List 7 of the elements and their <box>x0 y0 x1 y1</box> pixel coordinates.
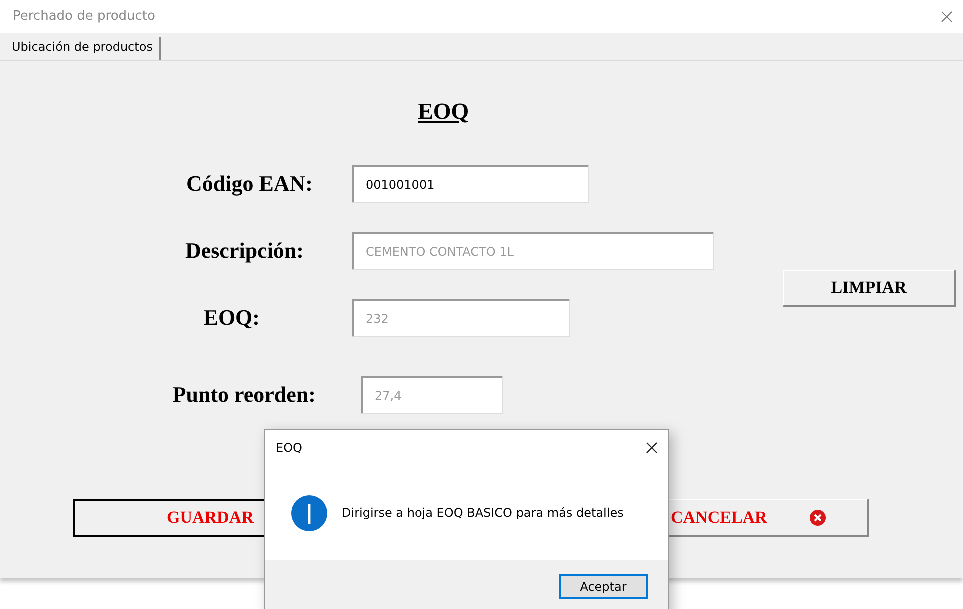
field-label: Código EAN: <box>185 171 313 197</box>
field-label: EOQ: <box>202 305 260 331</box>
dialog-title: EOQ <box>276 441 302 455</box>
form-heading: EOQ <box>418 99 470 125</box>
window-title: Perchado de producto <box>13 9 156 24</box>
field-label: Punto reorden: <box>172 382 316 408</box>
field-label: Descripción: <box>184 238 304 264</box>
